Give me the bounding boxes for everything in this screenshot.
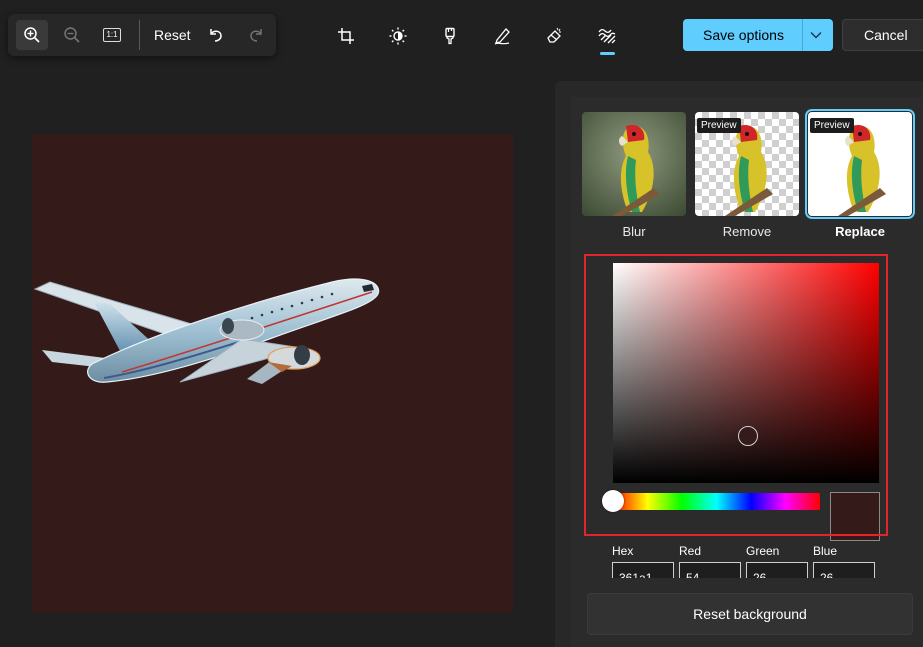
airplane-image xyxy=(33,278,380,384)
markup-tool[interactable] xyxy=(488,22,516,50)
background-tool[interactable] xyxy=(593,22,621,50)
redo-button[interactable] xyxy=(240,20,272,50)
zoom-in-icon xyxy=(24,27,40,43)
image-canvas[interactable] xyxy=(32,134,513,613)
background-icon xyxy=(598,28,616,44)
parrot-thumbnail xyxy=(612,124,660,216)
markup-icon xyxy=(494,28,510,45)
actual-size-icon: 1:1 xyxy=(103,28,121,42)
remove-option-label: Remove xyxy=(722,224,772,239)
blue-label: Blue xyxy=(813,544,838,558)
save-options-button[interactable]: Save options xyxy=(683,19,833,51)
replace-option[interactable]: Preview xyxy=(805,109,915,219)
erase-icon xyxy=(547,27,561,43)
zoom-in-button[interactable] xyxy=(16,20,48,50)
undo-button[interactable] xyxy=(200,20,232,50)
zoom-toolbar: 1:1 Reset xyxy=(8,14,276,56)
red-label: Red xyxy=(679,544,702,558)
blur-option-label: Blur xyxy=(622,224,646,239)
redo-icon xyxy=(250,29,262,42)
hex-label: Hex xyxy=(612,544,634,558)
reset-background-label: Reset background xyxy=(693,606,807,622)
crop-tool[interactable] xyxy=(332,22,360,50)
zoom-out-icon xyxy=(64,27,80,43)
erase-tool[interactable] xyxy=(540,22,568,50)
actual-size-button[interactable]: 1:1 xyxy=(96,20,128,50)
crop-icon xyxy=(338,28,354,44)
save-options-label: Save options xyxy=(703,27,784,43)
adjust-tool[interactable] xyxy=(384,22,412,50)
preview-badge: Preview xyxy=(697,118,741,133)
filter-icon xyxy=(445,27,455,45)
cancel-button[interactable]: Cancel xyxy=(842,19,923,51)
replace-option-label: Replace xyxy=(835,224,885,239)
scroll-clip xyxy=(571,578,923,588)
reset-background-button[interactable]: Reset background xyxy=(587,593,913,635)
zoom-out-button[interactable] xyxy=(56,20,88,50)
toolbar-divider xyxy=(139,20,140,50)
filter-tool[interactable] xyxy=(436,22,464,50)
highlight-box xyxy=(584,254,888,536)
blur-option[interactable] xyxy=(582,112,686,216)
cancel-label: Cancel xyxy=(864,27,908,43)
save-split-divider xyxy=(802,19,803,51)
undo-icon xyxy=(210,29,222,42)
selected-tool-indicator xyxy=(600,52,615,55)
adjust-icon xyxy=(389,27,407,45)
green-label: Green xyxy=(746,544,780,558)
reset-button[interactable]: Reset xyxy=(152,20,193,50)
preview-badge: Preview xyxy=(810,118,854,133)
chevron-down-icon[interactable] xyxy=(808,27,824,43)
remove-option[interactable]: Preview xyxy=(695,112,799,216)
